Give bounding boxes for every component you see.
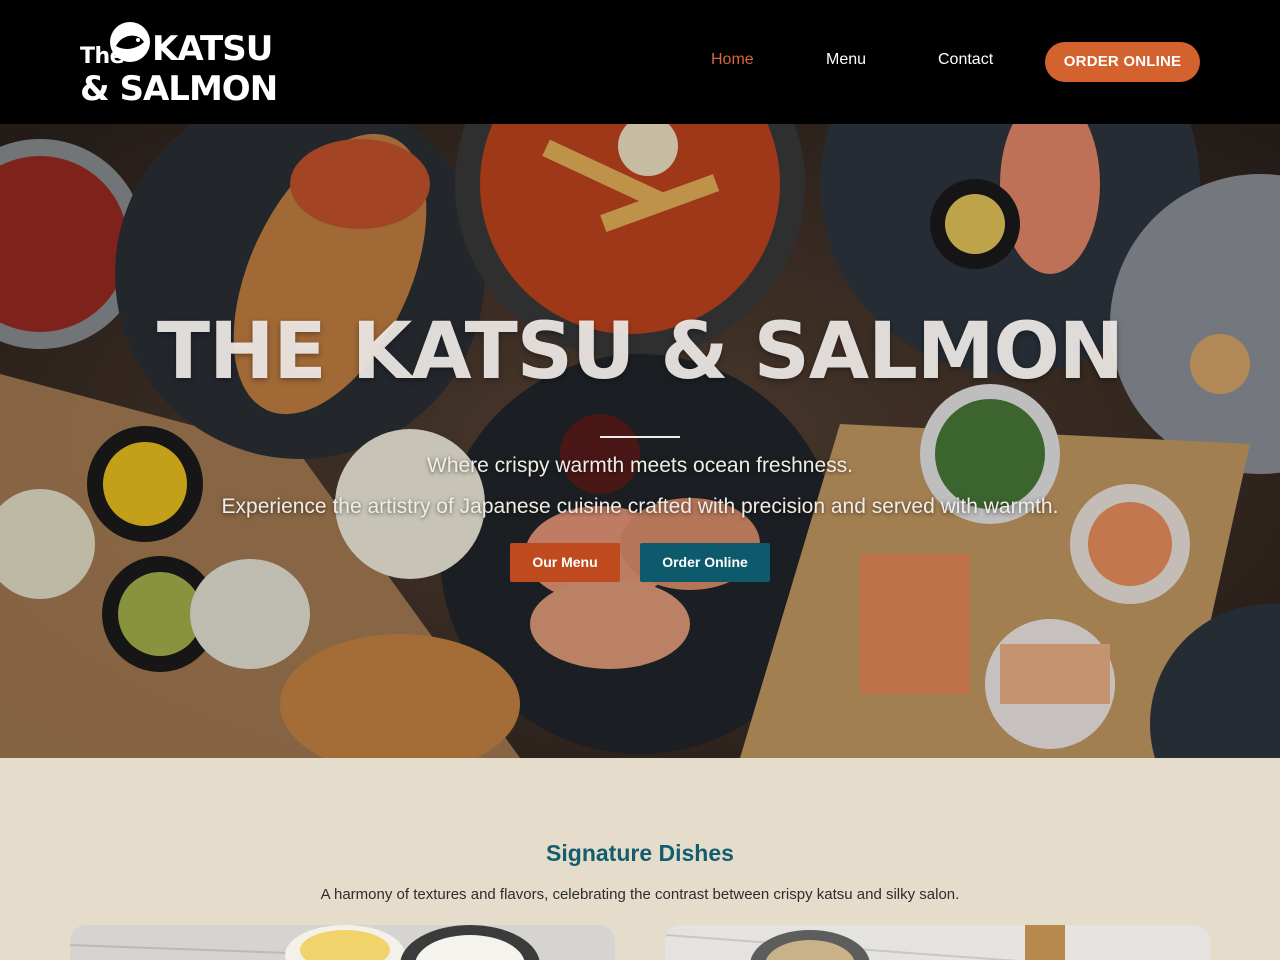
hero-divider xyxy=(600,436,680,438)
hero-overlay xyxy=(0,124,1280,758)
dish-image xyxy=(665,925,1210,960)
signature-description: A harmony of textures and flavors, celeb… xyxy=(320,886,960,903)
dish-card[interactable] xyxy=(70,925,615,960)
signature-title: Signature Dishes xyxy=(546,840,734,866)
nav-contact-link[interactable]: Contact xyxy=(938,50,993,70)
hero-subtitle-line2: Experience the artistry of Japanese cuis… xyxy=(221,495,1059,518)
salmon-logo-icon xyxy=(110,22,150,62)
logo-salmon-text: & SALMON xyxy=(80,69,278,109)
logo[interactable]: The KATSU & SALMON xyxy=(80,18,280,108)
hero-order-online-button[interactable]: Order Online xyxy=(640,543,770,582)
dish-card[interactable] xyxy=(665,925,1210,960)
nav-menu-link[interactable]: Menu xyxy=(826,50,866,70)
hero-section: THE KATSU & SALMON Where crispy warmth m… xyxy=(0,124,1280,758)
site-header: The KATSU & SALMON Home Menu Contact ORD… xyxy=(0,0,1280,124)
hero-subtitle-line1: Where crispy warmth meets ocean freshnes… xyxy=(427,454,853,477)
nav-home-link[interactable]: Home xyxy=(711,50,754,70)
dish-image xyxy=(70,925,615,960)
our-menu-button[interactable]: Our Menu xyxy=(510,543,620,582)
logo-katsu-text: KATSU xyxy=(152,29,273,69)
hero-title: THE KATSU & SALMON xyxy=(156,307,1124,397)
order-online-button[interactable]: ORDER ONLINE xyxy=(1045,42,1200,82)
